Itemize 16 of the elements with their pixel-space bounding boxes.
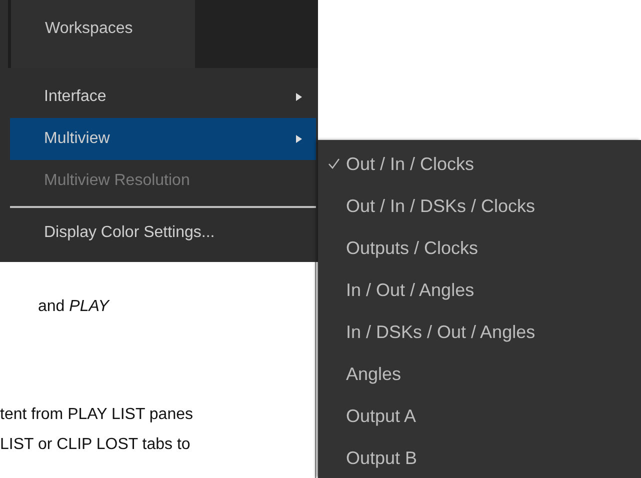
submenu-item[interactable]: Output A — [318, 395, 641, 437]
menu-item[interactable]: Display Color Settings... — [10, 212, 316, 254]
submenu-arrow-icon — [296, 93, 302, 101]
menu-item[interactable]: Multiview — [10, 118, 316, 160]
submenu-item[interactable]: In / DSKs / Out / Angles — [318, 311, 641, 353]
submenu-item[interactable]: Outputs / Clocks — [318, 227, 641, 269]
submenu-arrow-icon — [296, 135, 302, 143]
submenu-item[interactable]: Out / In / Clocks — [318, 143, 641, 185]
paragraph-text: and PLAY — [37, 297, 111, 317]
submenu-item[interactable]: Angles — [318, 353, 641, 395]
submenu-item[interactable]: In / Out / Angles — [318, 269, 641, 311]
submenu-item[interactable]: Out / In / DSKs / Clocks — [318, 185, 641, 227]
submenu-item[interactable]: Output B — [318, 437, 641, 478]
menu-item[interactable]: Interface — [10, 76, 316, 118]
paragraph-text: tent from PLAY LIST panes — [0, 405, 194, 425]
paragraph-text: LIST or CLIP LOST tabs to — [0, 435, 192, 455]
